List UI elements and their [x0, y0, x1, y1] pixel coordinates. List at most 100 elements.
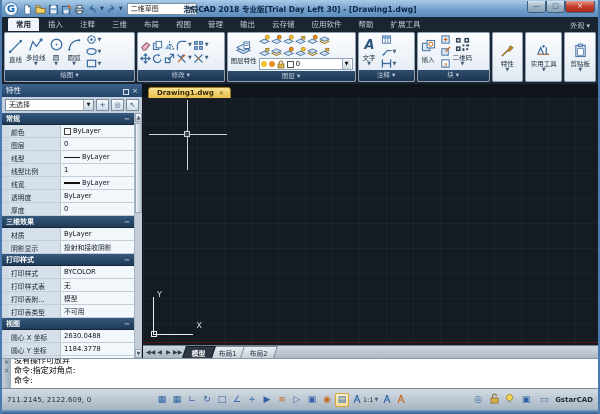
command-line-2[interactable]: 命令: — [14, 376, 595, 386]
table-icon[interactable] — [381, 34, 392, 45]
lineweight-toggle[interactable]: ≡ — [275, 393, 289, 407]
quick-select-button[interactable]: ◎ — [111, 99, 124, 111]
mirror-icon[interactable] — [164, 40, 175, 51]
ribbon-tab-6[interactable]: 管理 — [200, 18, 231, 31]
property-value[interactable]: 0 — [61, 138, 134, 150]
otrack-toggle[interactable]: ∠ — [230, 393, 244, 407]
collapse-icon[interactable]: − — [124, 256, 130, 264]
polar-tracking-toggle[interactable]: ↻ — [200, 393, 214, 407]
new-file-icon[interactable] — [22, 4, 33, 15]
property-value[interactable]: 1 — [61, 164, 134, 176]
ribbon-tab-4[interactable]: 布局 — [136, 18, 167, 31]
drawing-canvas[interactable]: Y X — [143, 98, 598, 345]
snap-toggle[interactable]: ▦ — [155, 393, 169, 407]
array-icon[interactable] — [193, 40, 204, 51]
property-value[interactable]: ByLayer — [61, 228, 134, 240]
property-value[interactable]: 0 — [61, 203, 134, 215]
dimension-icon[interactable] — [381, 58, 392, 69]
layer-panel-label[interactable]: 图层 ▾ — [228, 71, 355, 82]
layer-thaw-icon[interactable] — [271, 46, 282, 57]
command-anchor-icon[interactable]: ▫ — [4, 368, 8, 374]
property-value[interactable]: 1184.3778 — [61, 343, 134, 355]
scroll-up-icon[interactable]: ▲ — [135, 113, 142, 122]
point-icon[interactable] — [86, 34, 97, 45]
save-icon[interactable] — [48, 4, 59, 15]
property-section-header[interactable]: 常规− — [2, 113, 134, 125]
annotation-visibility-icon[interactable] — [382, 394, 392, 406]
layer-freeze-icon[interactable] — [271, 34, 282, 45]
unlock-icon[interactable] — [489, 393, 500, 406]
workspace-dropdown-icon[interactable]: ▼ — [186, 4, 196, 14]
appearance-menu[interactable]: 外观 ▾ — [570, 21, 592, 31]
selection-filter-select[interactable]: 无选择 ▼ — [5, 99, 94, 111]
property-value[interactable]: ByLayer — [61, 151, 134, 163]
next-layout-icon[interactable]: ▶ — [164, 349, 173, 356]
property-value[interactable]: 无 — [61, 279, 134, 291]
hardware-acceleration-icon[interactable] — [504, 393, 515, 406]
save-as-icon[interactable] — [61, 4, 72, 15]
layer-match-icon[interactable] — [307, 34, 318, 45]
layer-on-icon[interactable] — [259, 34, 270, 45]
clean-screen-icon[interactable]: ▭ — [537, 393, 551, 407]
modify-panel-label[interactable]: 修改 ▾ — [138, 70, 224, 81]
layer-delete-icon[interactable] — [319, 46, 330, 57]
property-section-header[interactable]: 视图− — [2, 318, 134, 330]
palette-scrollbar[interactable]: ▲ ▼ — [134, 113, 142, 358]
draw-panel-label[interactable]: 绘图 ▾ — [5, 70, 134, 81]
pickadd-toggle-button[interactable]: + — [96, 99, 109, 111]
command-window-grip[interactable]: × ▫ — [2, 359, 11, 388]
insert-block-button[interactable]: 插入 — [420, 39, 437, 64]
layer-current-icon[interactable] — [319, 34, 330, 45]
minimize-button[interactable]: — — [527, 1, 546, 13]
utilities-button[interactable]: 实用工具▼ — [530, 43, 558, 72]
layer-select[interactable]: 0 ▼ — [259, 58, 353, 70]
block-panel-label[interactable]: 块 ▾ — [418, 70, 489, 81]
layer-merge-icon[interactable] — [307, 46, 318, 57]
layer-unlock-icon[interactable] — [283, 46, 294, 57]
undo-icon[interactable] — [87, 4, 98, 15]
qrcode-button[interactable]: 二维码▼ — [452, 37, 474, 66]
match-properties-button[interactable]: 特性▼ — [499, 43, 516, 72]
property-section-header[interactable]: 打印样式− — [2, 254, 134, 266]
workspace-switch-icon[interactable]: ▣ — [519, 393, 533, 407]
scale-icon[interactable] — [164, 53, 175, 64]
osnap-toggle[interactable]: □ — [215, 393, 229, 407]
property-value[interactable]: 不可用 — [61, 305, 134, 317]
property-value[interactable]: ByLayer — [61, 125, 134, 137]
property-section-header[interactable]: 三维效果− — [2, 216, 134, 228]
collapse-icon[interactable]: − — [124, 218, 130, 226]
options-icon[interactable]: ◎ — [471, 393, 485, 407]
ducs-toggle[interactable]: + — [245, 393, 259, 407]
bulb-icon[interactable] — [261, 61, 267, 67]
create-block-icon[interactable] — [440, 34, 451, 45]
toolbar-options-icon[interactable]: ▾ — [201, 4, 209, 15]
layer-walk-icon[interactable] — [295, 46, 306, 57]
restore-button[interactable]: □ — [546, 1, 565, 13]
property-value[interactable]: BYCOLOR — [61, 266, 134, 278]
rotate-icon[interactable] — [152, 53, 163, 64]
ribbon-tab-5[interactable]: 视图 — [168, 18, 199, 31]
layer-dropdown-icon[interactable]: ▼ — [342, 59, 351, 69]
collapse-icon[interactable]: − — [124, 115, 130, 123]
fillet-icon[interactable] — [176, 40, 187, 51]
annotation-scale-control[interactable]: 1:1 ▼ — [352, 394, 406, 406]
ortho-toggle[interactable]: ∟ — [185, 393, 199, 407]
open-file-icon[interactable] — [35, 4, 46, 15]
property-value[interactable]: ByLayer — [61, 190, 134, 202]
property-value[interactable] — [61, 356, 134, 358]
property-value[interactable]: ByLayer — [61, 177, 134, 189]
ribbon-tab-2[interactable]: 注释 — [72, 18, 103, 31]
ribbon-tab-8[interactable]: 云存储 — [264, 18, 303, 31]
quick-properties-toggle[interactable]: ▣ — [305, 393, 319, 407]
command-close-icon[interactable]: × — [4, 360, 9, 366]
collapse-icon[interactable]: − — [124, 320, 130, 328]
ribbon-tab-0[interactable]: 常用 — [8, 18, 39, 31]
polyline-button[interactable]: 多段线▼ — [25, 37, 47, 66]
last-layout-icon[interactable]: ▶▶ — [173, 349, 182, 356]
ribbon-tab-10[interactable]: 帮助 — [351, 18, 382, 31]
ribbon-tab-9[interactable]: 应用软件 — [304, 18, 350, 31]
layer-lock-icon[interactable] — [295, 34, 306, 45]
annotation-autoscale-icon[interactable] — [396, 394, 406, 406]
layout-tab-0[interactable]: 模型 — [182, 346, 215, 358]
layout-tab-2[interactable]: 布局2 — [240, 346, 278, 358]
